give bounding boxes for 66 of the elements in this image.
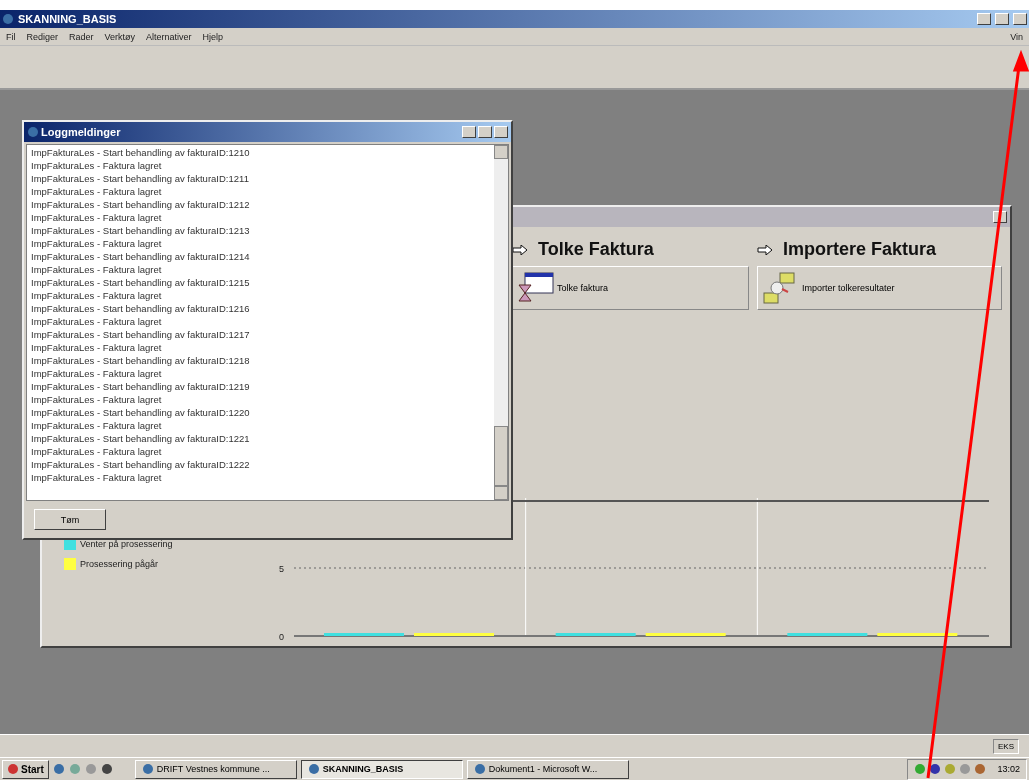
taskbar-button[interactable]: DRIFT Vestnes kommune ... — [134, 759, 297, 779]
menu-item[interactable]: Fil — [6, 31, 16, 42]
legend-label: Venter på prosessering — [80, 539, 173, 549]
status-indicator: EKS — [993, 738, 1019, 754]
start-button[interactable]: Start — [2, 759, 49, 779]
taskbar-button[interactable]: Dokument1 - Microsoft W... — [466, 759, 629, 779]
log-line: ImpFakturaLes - Faktura lagret — [31, 289, 163, 302]
log-line: ImpFakturaLes - Faktura lagret — [31, 471, 163, 484]
log-line: ImpFakturaLes - Faktura lagret — [31, 445, 163, 458]
log-line: ImpFakturaLes - Faktura lagret — [31, 367, 163, 380]
clear-button[interactable]: Tøm — [34, 509, 106, 530]
log-line: ImpFakturaLes - Faktura lagret — [31, 263, 163, 276]
log-line: ImpFakturaLes - Faktura lagret — [31, 315, 163, 328]
window-title: Loggmeldinger — [41, 126, 121, 138]
log-line: ImpFakturaLes - Faktura lagret — [31, 419, 163, 432]
minimize-button[interactable] — [977, 13, 991, 25]
log-line: ImpFakturaLes - Faktura lagret — [31, 237, 163, 250]
menu-item[interactable]: Vin — [1010, 31, 1023, 42]
tray-icon — [914, 763, 927, 775]
log-line: ImpFakturaLes - Faktura lagret — [31, 159, 163, 172]
window-hourglass-icon — [517, 271, 555, 305]
axis-tick-label: 0 — [279, 632, 284, 642]
maximize-button[interactable] — [478, 126, 492, 138]
tray-icon — [944, 763, 957, 775]
axis-tick-label: 5 — [279, 564, 284, 574]
step-button[interactable]: Tolke faktura — [512, 266, 749, 310]
step-button[interactable]: Importer tolkeresultater — [757, 266, 1002, 310]
menu-item[interactable]: Hjelp — [202, 31, 224, 42]
log-line: ImpFakturaLes - Start behandling av fakturaID:1220 — [31, 406, 251, 419]
close-button[interactable] — [1013, 13, 1027, 25]
log-text-area[interactable] — [26, 144, 509, 501]
log-line: ImpFakturaLes - Start behandling av fakturaID:1211 — [31, 172, 250, 185]
menu-item[interactable]: Rader — [69, 31, 94, 42]
log-line: ImpFakturaLes - Start behandling av fakturaID:1212 — [31, 198, 251, 211]
log-line: ImpFakturaLes - Start behandling av fakturaID:1216 — [31, 302, 251, 315]
maximize-button[interactable] — [995, 13, 1009, 25]
log-line: ImpFakturaLes - Start behandling av fakturaID:1219 — [31, 380, 251, 393]
menu-item[interactable]: Rediger — [26, 31, 59, 42]
log-line: ImpFakturaLes - Start behandling av fakturaID:1214 — [31, 250, 251, 263]
log-line: ImpFakturaLes - Start behandling av fakturaID:1210 — [31, 146, 251, 159]
step-heading: Tolke Faktura — [538, 239, 654, 260]
log-line: ImpFakturaLes - Start behandling av fakturaID:1213 — [31, 224, 251, 237]
tray-icon — [974, 763, 987, 775]
minimize-button[interactable] — [462, 126, 476, 138]
tray-icon — [929, 763, 942, 775]
menu-item[interactable]: Verktøy — [104, 31, 136, 42]
arrow-icon — [512, 244, 528, 255]
menu-item[interactable]: Alternativer — [146, 31, 192, 42]
log-line: ImpFakturaLes - Faktura lagret — [31, 393, 163, 406]
window-title: SKANNING_BASIS — [18, 13, 117, 25]
log-line: ImpFakturaLes - Faktura lagret — [31, 211, 163, 224]
tray-icon — [959, 763, 972, 775]
step-heading: Importere Faktura — [783, 239, 937, 260]
log-line: ImpFakturaLes - Start behandling av fakturaID:1221 — [31, 432, 251, 445]
log-line: ImpFakturaLes - Start behandling av fakturaID:1215 — [31, 276, 251, 289]
taskbar-button[interactable]: SKANNING_BASIS — [300, 759, 463, 779]
log-line: ImpFakturaLes - Start behandling av fakturaID:1222 — [31, 458, 251, 471]
scrollbar[interactable] — [494, 145, 508, 500]
arrow-icon — [757, 244, 773, 255]
legend-label: Prosessering pågår — [80, 559, 159, 569]
log-line: ImpFakturaLes - Start behandling av fakturaID:1218 — [31, 354, 251, 367]
log-line: ImpFakturaLes - Faktura lagret — [31, 185, 163, 198]
close-button[interactable] — [494, 126, 508, 138]
log-line: ImpFakturaLes - Start behandling av fakturaID:1217 — [31, 328, 251, 341]
log-line: ImpFakturaLes - Faktura lagret — [31, 341, 163, 354]
clock: 13:02 — [997, 764, 1020, 774]
